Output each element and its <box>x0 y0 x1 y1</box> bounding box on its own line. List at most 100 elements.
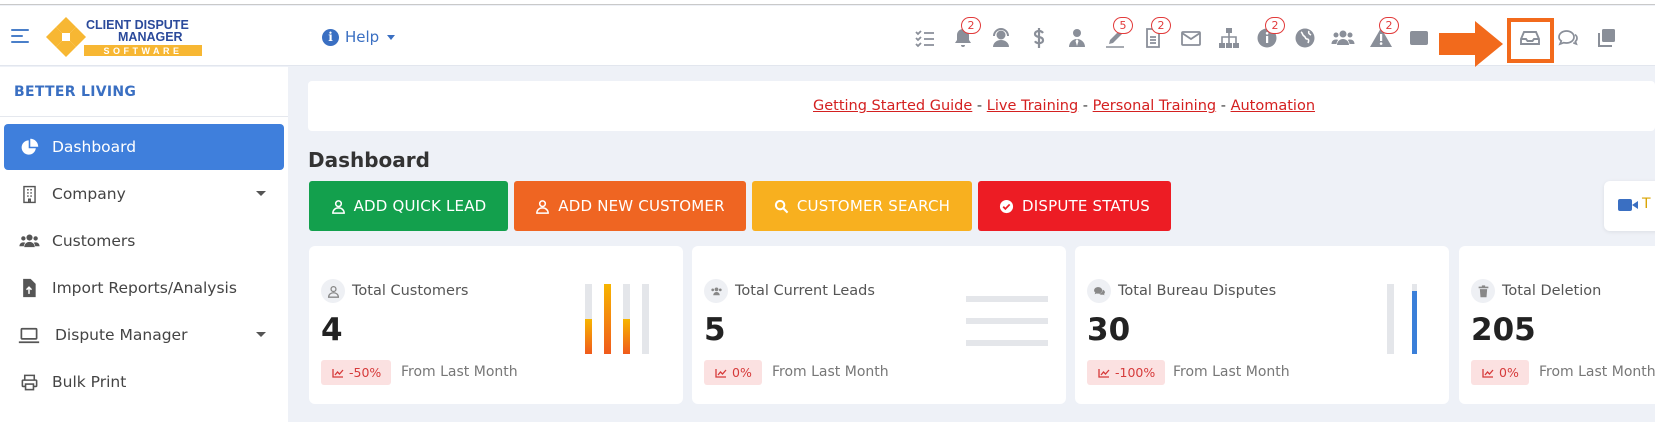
chevron-down-icon <box>256 191 266 196</box>
spark-track <box>642 284 649 354</box>
training-links-banner: Getting Started Guide - Live Training - … <box>308 81 1655 131</box>
window-top-edge <box>0 0 1655 5</box>
user-outline-icon <box>536 199 550 214</box>
menu-toggle-icon[interactable] <box>11 28 29 44</box>
sidebar-item-import-reports[interactable]: Import Reports/Analysis <box>4 265 284 311</box>
file-import-icon <box>18 277 40 299</box>
support-agent-icon[interactable] <box>989 26 1013 50</box>
trend-chart-icon <box>1482 368 1494 378</box>
trash-icon <box>1471 279 1495 303</box>
user-tie-icon[interactable] <box>1065 26 1089 50</box>
total-customers-card: Total Customers 4 -50% From Last Month <box>309 246 683 404</box>
users-icon <box>18 230 40 252</box>
add-quick-lead-button[interactable]: ADD QUICK LEAD <box>309 181 508 231</box>
sidebar-item-customers[interactable]: Customers <box>4 218 284 264</box>
sidebar-item-label: Dashboard <box>52 138 137 156</box>
chevron-down-icon <box>256 332 266 337</box>
change-badge: -50% <box>321 360 392 385</box>
change-badge: 0% <box>1471 360 1529 385</box>
pie-chart-icon <box>18 136 40 158</box>
banner-separator: - <box>1078 98 1093 114</box>
sidebar-item-dashboard[interactable]: Dashboard <box>4 124 284 170</box>
sidebar-item-bulk-print[interactable]: Bulk Print <box>4 359 284 405</box>
logo-line3: SOFTWARE <box>104 46 183 56</box>
signature-icon[interactable]: 5 <box>1103 17 1133 50</box>
card-value: 5 <box>704 312 726 348</box>
document-icon[interactable]: 2 <box>1141 17 1171 50</box>
building-icon <box>18 183 40 205</box>
sitemap-icon[interactable] <box>1217 26 1241 50</box>
document-badge: 2 <box>1151 17 1171 34</box>
search-icon <box>774 199 789 213</box>
customers-sparkline <box>585 284 649 354</box>
card-value: 205 <box>1471 312 1536 348</box>
inbox-icon[interactable] <box>1518 26 1542 50</box>
spark-track <box>1387 284 1394 354</box>
add-new-customer-button[interactable]: ADD NEW CUSTOMER <box>514 181 746 231</box>
automation-link[interactable]: Automation <box>1231 98 1315 114</box>
info-circle-icon[interactable]: 2 <box>1255 17 1285 50</box>
sidebar-item-dispute-manager[interactable]: Dispute Manager <box>4 312 284 358</box>
total-current-leads-card: Total Current Leads 5 0% From Last Month <box>692 246 1066 404</box>
total-bureau-disputes-card: Total Bureau Disputes 30 -100% From Last… <box>1075 246 1449 404</box>
sidebar: BETTER LIVING Dashboard Company Customer… <box>0 67 288 422</box>
live-training-link[interactable]: Live Training <box>987 98 1078 114</box>
envelope-icon[interactable] <box>1179 26 1203 50</box>
check-circle-icon <box>999 199 1014 213</box>
video-camera-icon <box>1618 199 1638 211</box>
spark-bar <box>585 319 592 354</box>
sidebar-item-label: Customers <box>52 232 136 250</box>
sidebar-item-label: Bulk Print <box>52 373 127 391</box>
getting-started-link[interactable]: Getting Started Guide <box>813 98 972 114</box>
chat-bubbles-icon <box>1087 279 1111 303</box>
bell-icon[interactable]: 2 <box>951 17 981 50</box>
trend-chart-icon <box>1098 368 1110 378</box>
sidebar-item-label: Dispute Manager <box>55 326 188 344</box>
dollar-icon[interactable] <box>1027 26 1051 50</box>
card-title: Total Deletion <box>1502 283 1602 299</box>
spark-bar <box>1412 291 1417 354</box>
logo-line2: MANAGER <box>118 30 183 44</box>
trend-chart-icon <box>332 368 344 378</box>
help-label: Help <box>345 28 380 46</box>
card-value: 4 <box>321 312 343 348</box>
banner-separator: - <box>1216 98 1231 114</box>
copy-icon[interactable] <box>1594 26 1618 50</box>
since-label: From Last Month <box>772 364 889 380</box>
card-title: Total Customers <box>352 283 469 299</box>
warning-icon[interactable]: 2 <box>1369 17 1399 50</box>
spark-bar <box>966 296 1048 302</box>
disputes-sparkline <box>1387 284 1417 354</box>
total-deletion-card: Total Deletion 205 0% From Last Month <box>1459 246 1655 404</box>
change-value: 0% <box>732 365 752 380</box>
partially-hidden-icon[interactable] <box>1407 26 1431 50</box>
customer-search-label: CUSTOMER SEARCH <box>796 197 951 215</box>
personal-training-link[interactable]: Personal Training <box>1093 98 1216 114</box>
customer-search-button[interactable]: CUSTOMER SEARCH <box>752 181 972 231</box>
card-value: 30 <box>1087 312 1131 348</box>
globe-icon[interactable] <box>1293 26 1317 50</box>
sidebar-item-company[interactable]: Company <box>4 171 284 217</box>
users-icon[interactable] <box>1331 26 1355 50</box>
info-badge: 2 <box>1265 17 1285 34</box>
orange-pointer-arrow-icon <box>1439 21 1503 67</box>
since-label: From Last Month <box>401 364 518 380</box>
user-outline-icon <box>321 279 345 303</box>
dispute-status-button[interactable]: DISPUTE STATUS <box>978 181 1171 231</box>
leads-sparkline <box>966 296 1048 346</box>
tasks-icon[interactable] <box>913 26 937 50</box>
spark-bar <box>966 340 1048 346</box>
client-dispute-manager-logo: CLIENT DISPUTE MANAGER SOFTWARE <box>46 17 202 57</box>
change-badge: -100% <box>1087 360 1166 385</box>
chat-icon[interactable] <box>1556 26 1580 50</box>
user-outline-icon <box>331 199 345 214</box>
info-icon: i <box>322 28 339 46</box>
help-dropdown[interactable]: i Help <box>322 28 396 46</box>
change-value: -50% <box>349 365 382 380</box>
banner-separator: - <box>972 98 987 114</box>
laptop-icon <box>18 324 40 346</box>
warning-badge: 2 <box>1379 17 1399 34</box>
video-training-tab[interactable]: T <box>1604 181 1655 231</box>
change-badge: 0% <box>704 360 762 385</box>
top-header: CLIENT DISPUTE MANAGER SOFTWARE i Help 2… <box>0 6 1655 67</box>
